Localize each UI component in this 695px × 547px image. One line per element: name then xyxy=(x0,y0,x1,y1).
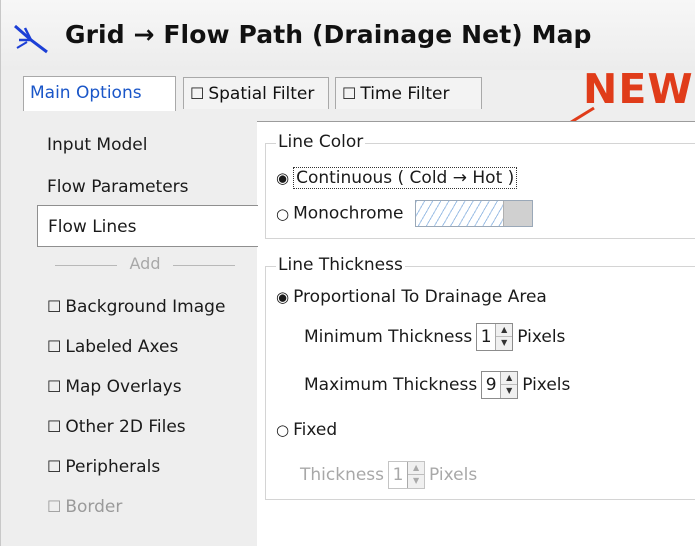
color-swatch-button[interactable] xyxy=(414,200,533,227)
checkbox-icon[interactable]: ☐ xyxy=(47,457,61,476)
nav-item-label: Peripherals xyxy=(65,457,161,477)
title-bar: Grid → Flow Path (Drainage Net) Map xyxy=(1,0,695,70)
nav-item-labeled-axes[interactable]: ☐ Labeled Axes xyxy=(47,337,178,357)
line-color-group: Line Color ◉ Continuous ( Cold → Hot ) ○ M… xyxy=(265,132,695,239)
checkbox-icon[interactable]: ☐ xyxy=(47,297,61,316)
group-title: Line Color xyxy=(276,132,366,152)
spin-down-icon[interactable]: ▼ xyxy=(501,385,517,397)
spin-up-icon[interactable]: ▲ xyxy=(408,462,425,475)
spin-down-icon[interactable]: ▼ xyxy=(408,475,424,487)
line-thickness-group: Line Thickness ◉ Proportional To Drainage… xyxy=(265,255,695,500)
spinner-value[interactable]: 9 xyxy=(482,372,500,398)
fixed-radio-option[interactable]: ○ Fixed xyxy=(276,420,337,440)
radio-selected-icon[interactable]: ◉ xyxy=(276,288,289,306)
nav-item-other-2d-files[interactable]: ☐ Other 2D Files xyxy=(47,417,186,437)
tab-time-filter[interactable]: ☐ Time Filter xyxy=(335,77,482,109)
nav-item-input-model[interactable]: Input Model xyxy=(47,135,147,155)
maximum-thickness-spinner[interactable]: 9 ▲ ▼ xyxy=(481,371,519,399)
fixed-thickness-spinner[interactable]: 1 ▲ ▼ xyxy=(388,461,426,489)
left-navigation: Input Model Flow Parameters Flow Lines A… xyxy=(37,121,258,546)
checkbox-icon[interactable]: ☐ xyxy=(47,497,61,516)
radio-selected-icon[interactable]: ◉ xyxy=(276,169,289,187)
radio-label: Fixed xyxy=(293,420,338,440)
minimum-thickness-spinner[interactable]: 1 ▲ ▼ xyxy=(476,323,514,351)
minimum-thickness-row: Minimum Thickness 1 ▲ ▼ Pixels xyxy=(304,323,565,351)
radio-unselected-icon[interactable]: ○ xyxy=(276,205,289,223)
tab-spatial-filter[interactable]: ☐ Spatial Filter xyxy=(183,77,329,109)
field-label: Thickness xyxy=(300,465,385,485)
checkbox-icon[interactable]: ☐ xyxy=(342,84,356,103)
flow-path-app-icon xyxy=(14,24,48,54)
nav-item-flow-parameters[interactable]: Flow Parameters xyxy=(47,177,189,197)
radio-label: Proportional To Drainage Area xyxy=(293,287,547,307)
nav-item-map-overlays[interactable]: ☐ Map Overlays xyxy=(47,377,182,397)
spinner-buttons: ▲ ▼ xyxy=(500,372,518,398)
group-title: Line Thickness xyxy=(276,255,405,275)
add-separator: Add xyxy=(45,254,245,276)
nav-item-flow-lines[interactable]: Flow Lines xyxy=(37,205,258,247)
nav-item-background-image[interactable]: ☐ Background Image xyxy=(47,297,225,317)
unit-label: Pixels xyxy=(522,375,571,395)
tab-label: Spatial Filter xyxy=(208,84,315,104)
continuous-radio-option[interactable]: ◉ Continuous ( Cold → Hot ) xyxy=(276,167,518,189)
tab-label: Main Options xyxy=(30,83,142,103)
radio-unselected-icon[interactable]: ○ xyxy=(276,421,289,439)
fixed-thickness-row: Thickness 1 ▲ ▼ Pixels xyxy=(300,461,477,489)
field-label: Minimum Thickness xyxy=(304,327,473,347)
flow-lines-panel: Line Color ◉ Continuous ( Cold → Hot ) ○ M… xyxy=(257,121,695,547)
window: Grid → Flow Path (Drainage Net) Map Main… xyxy=(0,0,695,547)
window-title: Grid → Flow Path (Drainage Net) Map xyxy=(65,20,592,49)
checkbox-icon[interactable]: ☐ xyxy=(47,337,61,356)
checkbox-icon[interactable]: ☐ xyxy=(47,417,61,436)
field-label: Maximum Thickness xyxy=(304,375,478,395)
maximum-thickness-row: Maximum Thickness 9 ▲ ▼ Pixels xyxy=(304,371,570,399)
checkbox-icon[interactable]: ☐ xyxy=(190,84,204,103)
proportional-radio-option[interactable]: ◉ Proportional To Drainage Area xyxy=(276,287,547,307)
spinner-buttons: ▲ ▼ xyxy=(495,324,513,350)
unit-label: Pixels xyxy=(429,465,478,485)
unit-label: Pixels xyxy=(517,327,566,347)
checkbox-icon[interactable]: ☐ xyxy=(47,377,61,396)
tab-label: Time Filter xyxy=(360,84,450,104)
nav-item-label: Background Image xyxy=(65,297,226,317)
nav-item-peripherals[interactable]: ☐ Peripherals xyxy=(47,457,160,477)
color-picker-button[interactable] xyxy=(502,201,532,226)
nav-item-label: Labeled Axes xyxy=(65,337,179,357)
radio-label: Monochrome xyxy=(293,203,404,224)
nav-item-label: Map Overlays xyxy=(65,377,182,397)
radio-label: Continuous ( Cold → Hot ) xyxy=(293,167,518,189)
nav-item-border[interactable]: ☐ Border xyxy=(47,497,122,517)
monochrome-radio-option[interactable]: ○ Monochrome xyxy=(276,200,533,227)
spinner-buttons: ▲ ▼ xyxy=(407,462,425,488)
spinner-value[interactable]: 1 xyxy=(477,324,495,350)
spin-up-icon[interactable]: ▲ xyxy=(496,324,513,337)
spin-down-icon[interactable]: ▼ xyxy=(496,337,512,349)
spinner-value[interactable]: 1 xyxy=(389,462,407,488)
tab-main-options[interactable]: Main Options xyxy=(23,76,176,111)
nav-item-label: Border xyxy=(65,497,123,517)
spin-up-icon[interactable]: ▲ xyxy=(501,372,518,385)
nav-item-label: Other 2D Files xyxy=(65,417,186,437)
